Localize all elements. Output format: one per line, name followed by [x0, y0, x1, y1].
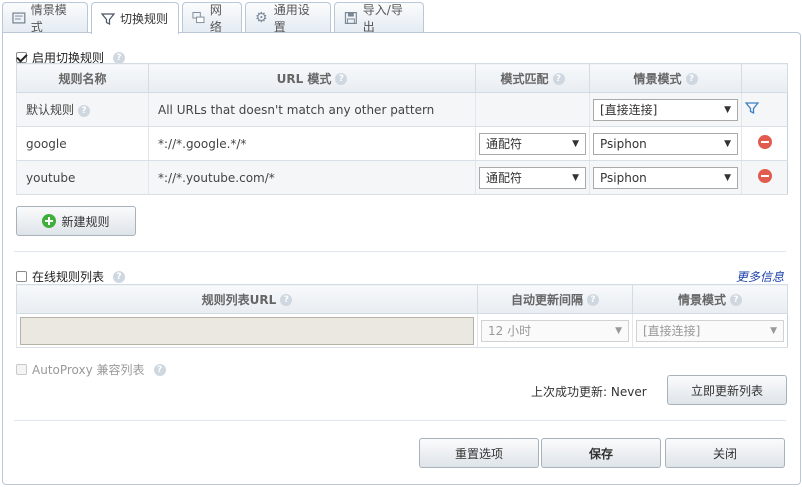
help-icon[interactable]: ? — [335, 73, 348, 85]
column-header-update-interval: 自动更新间隔? — [477, 284, 633, 314]
dropdown-arrow-icon: ▼ — [572, 138, 579, 149]
profile-cell: Psiphon ▼ — [589, 160, 742, 195]
enable-online-list-label: 在线规则列表 — [32, 270, 105, 284]
column-header-profile: 情景模式? — [589, 63, 742, 93]
table-row: 12 小时 ▼ [直接连接] ▼ — [16, 313, 788, 348]
column-header-actions — [741, 63, 788, 93]
update-now-button[interactable]: 立即更新列表 — [667, 375, 787, 405]
dropdown-arrow-icon: ▼ — [615, 325, 622, 336]
online-list-table: 规则列表URL? 自动更新间隔? 情景模式? 12 小时 ▼ [直接连接] ▼ — [16, 284, 788, 348]
url-pattern-cell: All URLs that doesn't match any other pa… — [148, 92, 476, 127]
tab-bar: 情景模式 切换规则 网络 ⚙ 通用设置 导入/导出 — [2, 2, 424, 34]
dropdown-arrow-icon: ▼ — [770, 325, 777, 336]
dropdown-arrow-icon: ▼ — [572, 172, 579, 183]
gear-icon: ⚙ — [255, 10, 268, 26]
action-cell — [741, 126, 788, 161]
help-icon[interactable]: ? — [113, 51, 126, 64]
match-type-cell: 通配符 ▼ — [475, 160, 590, 195]
save-button[interactable]: 保存 — [541, 438, 661, 468]
table-row-default-rule: 默认规则? All URLs that doesn't match any ot… — [16, 92, 788, 127]
tab-label: 情景模式 — [30, 3, 67, 34]
match-type-select[interactable]: 通配符 ▼ — [479, 166, 586, 189]
profile-select[interactable]: Psiphon ▼ — [593, 132, 738, 155]
tab-import-export[interactable]: 导入/导出 — [334, 2, 424, 34]
update-interval-select[interactable]: 12 小时 ▼ — [481, 319, 629, 342]
match-type-select[interactable]: 通配符 ▼ — [479, 132, 586, 155]
column-header-url-pattern: URL 模式? — [148, 63, 476, 93]
table-row: google *://*.google.*/* 通配符 ▼ Psiphon ▼ — [16, 126, 788, 161]
save-label: 保存 — [588, 446, 613, 461]
action-cell — [741, 92, 788, 127]
help-icon[interactable]: ? — [78, 104, 91, 117]
switch-rules-table: 规则名称 URL 模式? 模式匹配? 情景模式? 默认规则? All URLs … — [16, 63, 788, 195]
help-icon[interactable]: ? — [113, 270, 126, 283]
autoproxy-option[interactable]: AutoProxy 兼容列表 ? — [16, 361, 166, 378]
last-update-text: 上次成功更新: Never — [531, 385, 647, 399]
url-pattern-cell[interactable]: *://*.google.*/* — [148, 126, 476, 161]
tab-switch-rules[interactable]: 切换规则 — [91, 2, 179, 34]
dropdown-arrow-icon: ▼ — [724, 138, 731, 149]
match-type-cell — [475, 92, 590, 127]
filter-icon — [101, 12, 115, 25]
enable-online-list-checkbox[interactable] — [16, 271, 27, 282]
column-header-list-url: 规则列表URL? — [16, 284, 478, 314]
tab-scene[interactable]: 情景模式 — [2, 2, 88, 34]
remove-rule-icon[interactable] — [757, 135, 772, 149]
tab-label: 切换规则 — [120, 12, 169, 26]
column-header-match-type: 模式匹配? — [475, 63, 590, 93]
list-url-input[interactable] — [20, 316, 474, 345]
update-now-label: 立即更新列表 — [690, 383, 763, 398]
action-cell — [741, 160, 788, 195]
close-label: 关闭 — [712, 446, 737, 461]
tab-network[interactable]: 网络 — [182, 2, 242, 34]
divider — [14, 251, 786, 252]
tab-general-settings[interactable]: ⚙ 通用设置 — [245, 2, 331, 34]
add-icon — [42, 214, 57, 228]
scene-icon — [12, 12, 26, 24]
new-rule-label: 新建规则 — [61, 214, 110, 229]
help-icon[interactable]: ? — [730, 294, 742, 306]
update-interval-cell: 12 小时 ▼ — [477, 313, 633, 348]
url-pattern-cell[interactable]: *://*.youtube.com/* — [148, 160, 476, 195]
profile-cell: [直接连接] ▼ — [632, 313, 788, 348]
enable-switch-rules-checkbox[interactable] — [16, 52, 27, 63]
list-url-cell — [16, 313, 478, 348]
help-icon[interactable]: ? — [153, 363, 166, 376]
help-icon[interactable]: ? — [587, 294, 599, 306]
reset-button[interactable]: 重置选项 — [419, 438, 539, 468]
profile-select[interactable]: Psiphon ▼ — [593, 166, 738, 189]
table-row: youtube *://*.youtube.com/* 通配符 ▼ Psiphon… — [16, 160, 788, 195]
rule-name-cell[interactable]: google — [16, 126, 149, 161]
dropdown-arrow-icon: ▼ — [724, 104, 731, 115]
profile-cell: Psiphon ▼ — [589, 126, 742, 161]
match-type-cell: 通配符 ▼ — [475, 126, 590, 161]
autoproxy-checkbox[interactable] — [16, 364, 27, 375]
help-icon[interactable]: ? — [552, 73, 565, 85]
help-icon[interactable]: ? — [280, 294, 293, 306]
rule-name-cell[interactable]: youtube — [16, 160, 149, 195]
tab-label: 网络 — [209, 3, 222, 34]
close-button[interactable]: 关闭 — [665, 438, 785, 468]
column-header-profile: 情景模式? — [632, 284, 788, 314]
column-header-rule-name: 规则名称 — [16, 63, 149, 93]
disk-icon — [344, 11, 357, 25]
profile-select[interactable]: [直接连接] ▼ — [593, 98, 738, 121]
profile-select[interactable]: [直接连接] ▼ — [636, 319, 784, 342]
remove-rule-icon[interactable] — [757, 169, 772, 183]
dropdown-arrow-icon: ▼ — [724, 172, 731, 183]
tab-label: 导入/导出 — [362, 3, 403, 34]
reset-label: 重置选项 — [454, 446, 503, 461]
tab-label: 通用设置 — [273, 3, 310, 34]
divider — [14, 420, 786, 421]
autoproxy-label: AutoProxy 兼容列表 — [32, 363, 145, 377]
filter-icon[interactable] — [744, 101, 760, 115]
profile-cell: [直接连接] ▼ — [589, 92, 742, 127]
rule-name-cell: 默认规则? — [16, 92, 149, 127]
enable-online-list[interactable]: 在线规则列表 ? — [16, 268, 126, 285]
network-icon — [192, 12, 205, 24]
help-icon[interactable]: ? — [685, 73, 698, 85]
new-rule-button[interactable]: 新建规则 — [16, 206, 136, 236]
more-info-link[interactable]: 更多信息 — [736, 268, 784, 285]
